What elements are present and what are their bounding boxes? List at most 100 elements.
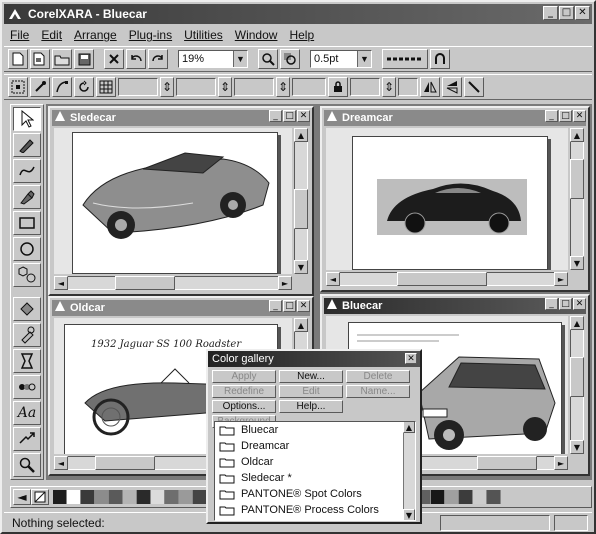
gallery-close-button[interactable]: ✕ [405,353,417,364]
edit-button[interactable]: Edit [279,385,343,398]
color-swatch[interactable] [473,490,487,504]
scroll-left-icon[interactable]: ◄ [326,272,340,286]
menu-utilities[interactable]: Utilities [184,28,223,42]
doc-close-button[interactable]: ✕ [297,110,310,122]
height-field[interactable] [292,78,326,96]
fill-tool-icon[interactable] [13,297,41,321]
doc-close-button[interactable]: ✕ [573,110,586,122]
vertical-scrollbar[interactable]: ▲ ▼ [294,128,308,274]
spin-icon[interactable]: ⇕ [218,77,232,97]
menu-file[interactable]: File [10,28,29,42]
redefine-button[interactable]: Redefine [212,385,276,398]
apply-button[interactable]: Apply [212,370,276,383]
text-tool-icon[interactable]: Aa [13,401,41,425]
no-color-icon[interactable] [31,489,49,505]
color-swatch[interactable] [165,490,179,504]
scroll-up-icon[interactable]: ▲ [570,316,584,330]
page[interactable] [352,136,548,270]
options-button[interactable]: Options... [212,400,276,413]
lock-aspect-icon[interactable] [328,77,348,97]
color-swatch[interactable] [431,490,445,504]
color-swatch[interactable] [459,490,473,504]
x-position-field[interactable] [118,78,158,96]
selection-mode-icon[interactable] [8,77,28,97]
zoom-to-selection-icon[interactable] [280,49,300,69]
doc-minimize-button[interactable]: _ [545,298,558,310]
color-swatch[interactable] [445,490,459,504]
scale-field[interactable] [350,78,380,96]
line-width-combo[interactable]: 0.5pt ▼ [310,50,372,68]
doc-minimize-button[interactable]: _ [269,300,282,312]
zoom-combo[interactable]: 19% ▼ [178,50,248,68]
scroll-thumb[interactable] [294,189,308,229]
scroll-up-icon[interactable]: ▲ [403,422,415,433]
vertical-scrollbar[interactable]: ▲ ▼ [570,128,584,270]
gallery-item[interactable]: Bluecar [215,422,415,438]
scroll-right-icon[interactable]: ► [554,272,568,286]
push-tool-icon[interactable] [13,427,41,451]
y-position-field[interactable] [176,78,216,96]
color-swatch[interactable] [179,490,193,504]
zoom-tool-icon[interactable] [13,453,41,477]
spin-icon[interactable]: ⇕ [276,77,290,97]
scroll-thumb[interactable] [570,159,584,199]
freehand-tool-icon[interactable] [13,133,41,157]
scroll-left-icon[interactable]: ◄ [54,456,68,470]
line-tool-icon[interactable] [464,77,484,97]
flip-vertical-icon[interactable] [442,77,462,97]
doc-minimize-button[interactable]: _ [269,110,282,122]
document-window-sledecar[interactable]: Sledecar _ □ ✕ ▲ ▼ ◄ ► [48,106,314,296]
app-close-button[interactable]: ✕ [575,6,590,20]
selector-tool-icon[interactable] [13,107,41,131]
help-button[interactable]: Help... [279,400,343,413]
node-mode-icon[interactable] [52,77,72,97]
scroll-thumb[interactable] [397,272,487,286]
spin-icon[interactable]: ⇕ [382,77,396,97]
save-icon[interactable] [74,49,94,69]
menu-window[interactable]: Window [235,28,278,42]
menu-arrange[interactable]: Arrange [74,28,117,42]
gallery-item[interactable]: Web Safe Colors [215,518,415,520]
rectangle-tool-icon[interactable] [13,211,41,235]
rotate-icon[interactable] [74,77,94,97]
scroll-up-icon[interactable]: ▲ [294,128,308,142]
color-line-scroll-left-icon[interactable]: ◄ [13,489,31,505]
transparency-tool-icon[interactable] [13,323,41,347]
document-window-dreamcar[interactable]: Dreamcar _ □ ✕ ▲ ▼ ◄ ► [320,106,590,292]
scroll-down-icon[interactable]: ▼ [403,509,415,520]
blend-tool-icon[interactable] [13,375,41,399]
drawing-canvas[interactable] [54,128,292,274]
menu-edit[interactable]: Edit [41,28,62,42]
mould-tool-icon[interactable] [13,349,41,373]
scroll-left-icon[interactable]: ◄ [54,276,68,290]
quickshape-tool-icon[interactable] [13,263,41,287]
width-field[interactable] [234,78,274,96]
line-style-icon[interactable] [382,49,428,69]
scroll-down-icon[interactable]: ▼ [570,256,584,270]
pen-tool-icon[interactable] [13,185,41,209]
color-swatch[interactable] [151,490,165,504]
color-swatch[interactable] [123,490,137,504]
gallery-item[interactable]: Sledecar * [215,470,415,486]
horizontal-scrollbar[interactable]: ◄ ► [326,272,568,286]
doc-maximize-button[interactable]: □ [283,300,296,312]
doc-maximize-button[interactable]: □ [559,298,572,310]
color-swatch[interactable] [193,490,207,504]
flip-horizontal-icon[interactable] [420,77,440,97]
gallery-title-bar[interactable]: Color gallery [208,351,420,367]
delete-icon[interactable] [104,49,124,69]
spin-icon[interactable]: ⇕ [160,77,174,97]
delete-button[interactable]: Delete [346,370,410,383]
gallery-item[interactable]: Oldcar [215,454,415,470]
gallery-item[interactable]: PANTONE® Process Colors [215,502,415,518]
vertical-scrollbar[interactable]: ▲ ▼ [570,316,584,454]
rotate-mode-icon[interactable] [30,77,50,97]
app-title-bar[interactable]: CorelXARA - Bluecar _ □ ✕ [4,4,592,24]
name-button[interactable]: Name... [346,385,410,398]
app-maximize-button[interactable]: □ [559,6,574,20]
menu-help[interactable]: Help [289,28,314,42]
new-from-template-icon[interactable] [30,49,50,69]
scroll-thumb[interactable] [570,357,584,397]
page[interactable] [72,132,278,274]
scroll-up-icon[interactable]: ▲ [294,318,308,332]
